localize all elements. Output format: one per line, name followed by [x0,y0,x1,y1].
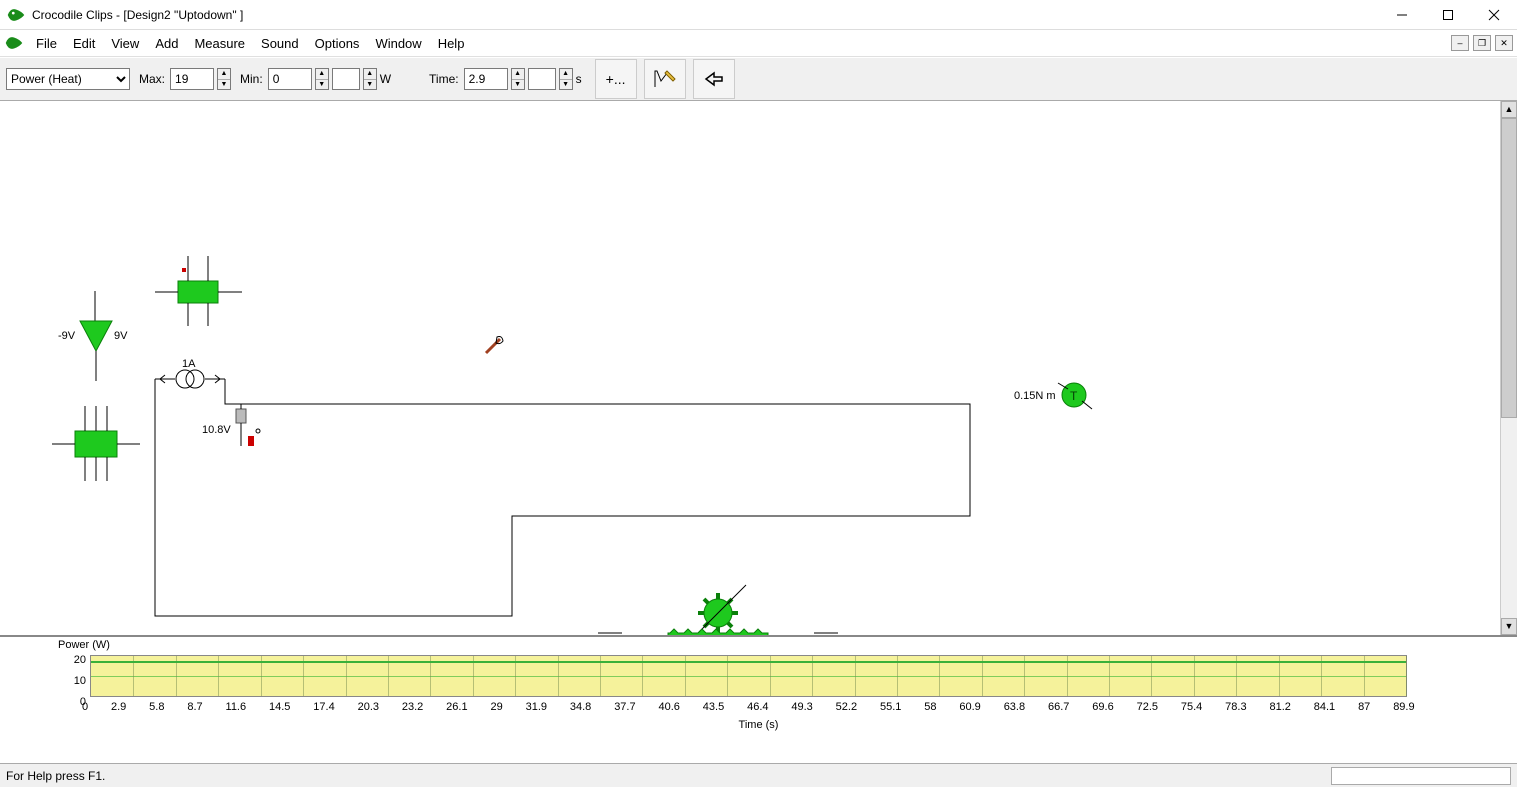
component-current-source[interactable]: 1A [155,358,225,388]
menu-view[interactable]: View [103,33,147,54]
vertical-scrollbar[interactable]: ▲ ▼ [1500,101,1517,635]
component-chip-2[interactable] [52,406,140,481]
component-opamp[interactable]: -9V 9V [58,291,128,381]
graph-pencil-icon [653,67,677,91]
menu-window[interactable]: Window [367,33,429,54]
time-spinner[interactable]: ▲▼ [511,68,525,90]
doc-app-icon [3,32,25,54]
graph-type-select[interactable]: Power (Heat) [6,68,130,90]
max-spinner[interactable]: ▲▼ [217,68,231,90]
status-field [1331,767,1511,785]
graph-plot-area[interactable] [90,655,1407,697]
titlebar: Crocodile Clips - [Design2 "Uptodown" ] [0,0,1517,30]
min-label: Min: [240,72,263,86]
graph-edit-button[interactable] [644,59,686,99]
minimize-button[interactable] [1379,0,1425,30]
time-label: Time: [429,72,459,86]
arrow-left-icon [704,71,724,87]
close-button[interactable] [1471,0,1517,30]
app-icon [5,4,27,26]
component-gear-rack[interactable] [598,585,838,637]
component-chip-1[interactable] [155,256,242,326]
component-torque-meter[interactable]: 0.15N m T [1014,383,1092,409]
add-series-button[interactable]: +... [595,59,637,99]
torque-label: 0.15N m [1014,390,1056,402]
circuit-wire[interactable] [155,379,970,616]
torque-letter: T [1070,389,1078,403]
menu-measure[interactable]: Measure [186,33,253,54]
opamp-neg-label: -9V [58,330,76,342]
scroll-up-button[interactable]: ▲ [1501,101,1517,118]
maximize-button[interactable] [1425,0,1471,30]
step-input[interactable] [332,68,360,90]
statusbar: For Help press F1. [0,763,1517,787]
menu-sound[interactable]: Sound [253,33,307,54]
design-canvas[interactable]: -9V 9V 1A 10.8V [0,101,1517,637]
menu-options[interactable]: Options [307,33,368,54]
menu-edit[interactable]: Edit [65,33,103,54]
max-input[interactable] [170,68,214,90]
menu-add[interactable]: Add [147,33,186,54]
max-label: Max: [139,72,165,86]
voltage-label: 10.8V [202,424,231,436]
probe-tool[interactable] [486,337,503,354]
mdi-controls: – ❐ ✕ [1451,35,1517,51]
graph-data-line [91,661,1406,663]
graph-panel: Power (W) 20100 02.95.88.711.614.517.420… [0,637,1517,763]
window-title: Crocodile Clips - [Design2 "Uptodown" ] [32,8,1379,22]
min-spinner[interactable]: ▲▼ [315,68,329,90]
graph-x-labels: 02.95.88.711.614.517.420.323.226.12931.9… [82,701,1415,713]
mdi-close-button[interactable]: ✕ [1495,35,1513,51]
min-input[interactable] [268,68,312,90]
menu-help[interactable]: Help [430,33,473,54]
time-step-spinner[interactable]: ▲▼ [559,68,573,90]
scroll-thumb[interactable] [1501,118,1517,418]
time-step-input[interactable] [528,68,556,90]
menu-file[interactable]: File [28,33,65,54]
step-spinner[interactable]: ▲▼ [363,68,377,90]
time-unit: s [576,72,582,86]
graph-toolbar: Power (Heat) Max: ▲▼ Min: ▲▼ ▲▼ W Time: … [0,57,1517,101]
time-input[interactable] [464,68,508,90]
power-unit: W [380,72,391,86]
graph-x-title: Time (s) [739,719,779,731]
graph-y-title: Power (W) [58,639,110,651]
mdi-restore-button[interactable]: ❐ [1473,35,1491,51]
current-label: 1A [182,358,196,370]
menubar: FileEditViewAddMeasureSoundOptionsWindow… [0,30,1517,57]
opamp-pos-label: 9V [114,330,128,342]
scroll-down-button[interactable]: ▼ [1501,618,1517,635]
component-transistor[interactable]: 10.8V [202,404,260,446]
mdi-minimize-button[interactable]: – [1451,35,1469,51]
status-text: For Help press F1. [6,769,105,783]
back-button[interactable] [693,59,735,99]
